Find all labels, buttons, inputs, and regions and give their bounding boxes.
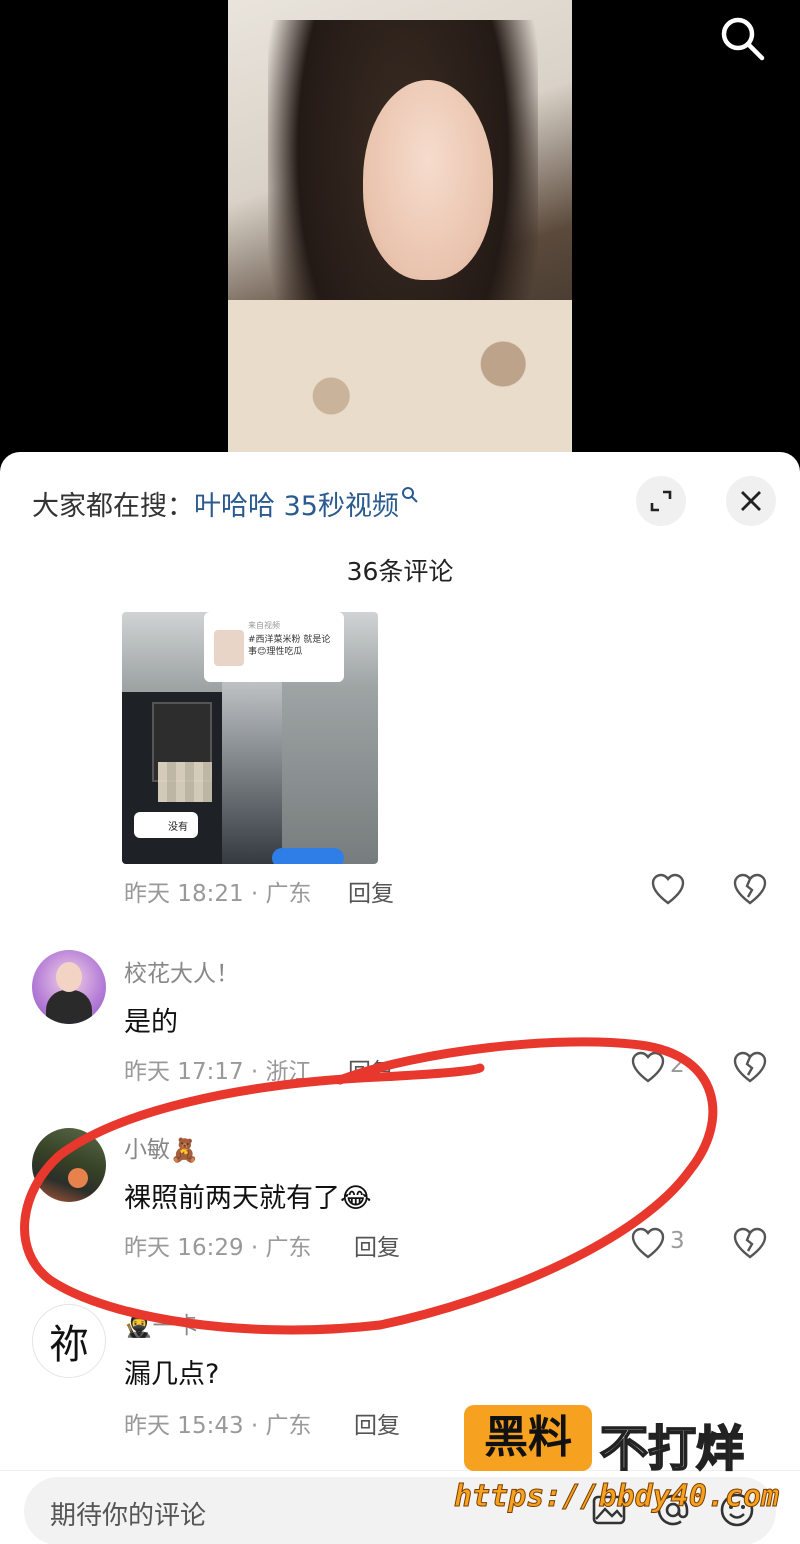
comment-input-placeholder: 期待你的评论 [50,1501,207,1531]
comment-text-body: 裸照前两天就有了 [124,1183,340,1214]
video-subject-shirt [228,300,572,460]
expand-icon [650,490,672,512]
avatar-face [56,962,82,992]
reply-button[interactable]: 回复 [348,874,394,908]
comment-username[interactable]: 小敏🧸 [124,1130,199,1164]
reply-button[interactable]: 回复 [348,1052,394,1086]
comment-time-location: 昨天 18:21 · 广东 [124,881,312,907]
watermark: 黑料 不打烊 https://bbdy40.com [453,1405,784,1525]
comment-text: 漏几点? [124,1359,220,1390]
video-subject-face [363,80,493,280]
search-icon [721,17,765,61]
thumb-play-bar [272,848,344,864]
like-button[interactable] [630,1226,666,1262]
comment-username-text: 一卡 [152,1313,199,1339]
like-button[interactable] [650,872,686,908]
avatar-body [46,990,92,1024]
comment-time-location: 昨天 16:29 · 广东 [124,1235,312,1261]
ninja-emoji: 🥷 [124,1313,153,1339]
dislike-button[interactable] [732,1050,768,1086]
avatar[interactable]: 祢 [32,1304,106,1378]
avatar[interactable] [32,1128,106,1202]
heart-icon [631,1227,665,1259]
comments-sheet: 大家都在搜：叶哈哈 35秒视频 36条评论 来自视频 #西洋菜米粉 就是论事😊理… [0,452,800,1544]
like-count: 3 [670,1228,685,1254]
search-button[interactable] [716,12,768,64]
thumb-figure [222,672,282,864]
thumb-video-card: 来自视频 #西洋菜米粉 就是论事😊理性吃瓜 [204,612,344,682]
thumb-card-text: #西洋菜米粉 就是论事😊理性吃瓜 [248,635,331,657]
comment-username-text: 小敏 [124,1137,170,1163]
comment-username[interactable]: 🥷一卡 [124,1306,199,1340]
teddy-bear-emoji: 🧸 [170,1138,199,1164]
broken-heart-icon [733,1051,767,1083]
laughing-emoji: 😂 [340,1183,372,1214]
heart-icon [651,873,685,905]
thumb-card-source: 来自视频 [248,621,280,630]
avatar-sun [68,1168,88,1188]
thumb-chip: 没有 [134,812,198,838]
search-suggestion-query[interactable]: 叶哈哈 35秒视频 [194,491,399,522]
video-frame[interactable] [228,0,572,460]
broken-heart-icon [733,873,767,905]
dislike-button[interactable] [732,872,768,908]
comment-text: 裸照前两天就有了😂 [124,1176,372,1215]
expand-button[interactable] [636,476,686,526]
avatar[interactable] [32,950,106,1024]
comment-time-location: 昨天 17:17 · 浙江 [124,1059,312,1085]
like-button[interactable] [630,1050,666,1086]
reply-button[interactable]: 回复 [354,1406,400,1440]
comment-username[interactable]: 校花大人！ [124,954,239,988]
dislike-button[interactable] [732,1226,768,1262]
heart-icon [631,1051,665,1083]
watermark-url: https://bbdy40.com [453,1479,780,1515]
thumb-mosaic [158,762,212,802]
video-player[interactable] [0,0,800,470]
watermark-badge: 黑料 [464,1405,592,1471]
search-suggestion-prefix: 大家都在搜： [32,491,194,522]
comment-count-title: 36条评论 [346,557,454,586]
broken-heart-icon [733,1227,767,1259]
comment-text: 是的 [124,1007,178,1038]
close-button[interactable] [726,476,776,526]
close-icon [741,491,761,511]
watermark-text: 不打烊 [599,1420,745,1478]
thumb-card-image [214,630,244,666]
reply-button[interactable]: 回复 [354,1228,400,1262]
comment-time-location: 昨天 15:43 · 广东 [124,1413,312,1439]
search-small-icon [401,487,418,503]
like-count: 2 [670,1052,685,1078]
comment-image-thumbnail[interactable]: 来自视频 #西洋菜米粉 就是论事😊理性吃瓜 没有 [122,612,378,864]
search-suggestion[interactable]: 大家都在搜：叶哈哈 35秒视频 [32,484,419,523]
